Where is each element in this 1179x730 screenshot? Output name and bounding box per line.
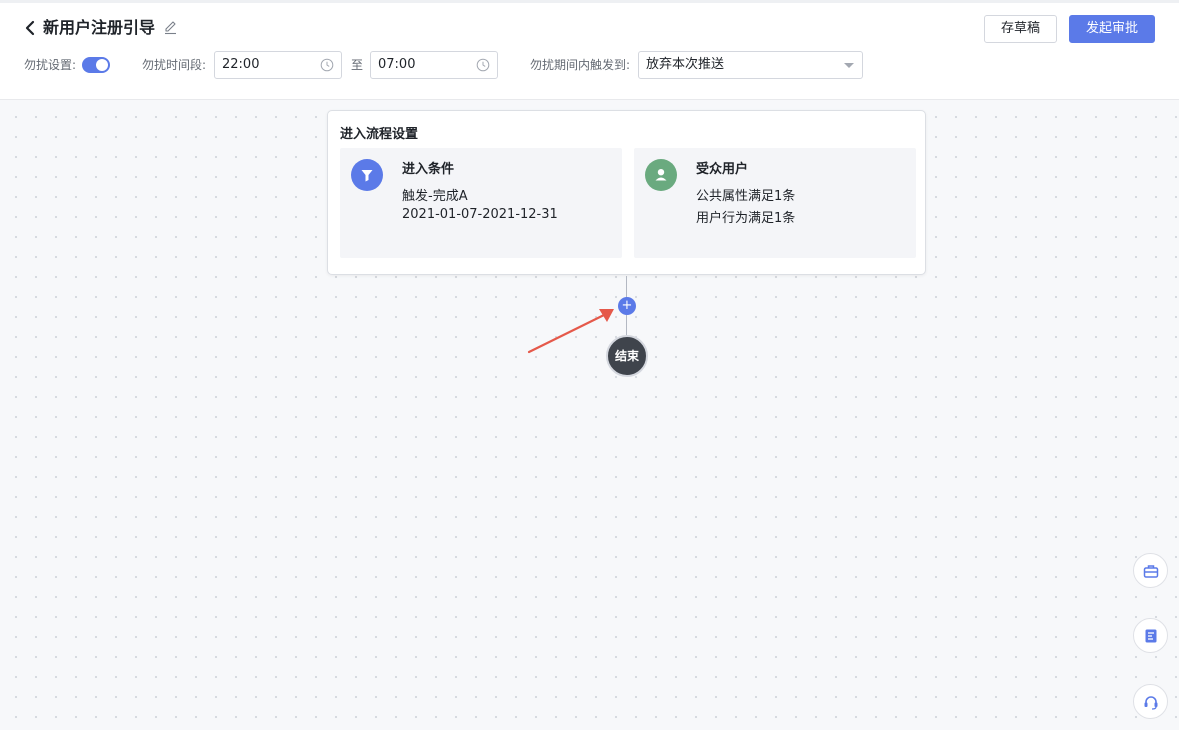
entry-trigger-text: 触发-完成A [402, 189, 468, 204]
dnd-toggle[interactable] [82, 57, 110, 73]
flow-card-title: 进入流程设置 [340, 127, 419, 142]
document-icon [1145, 629, 1157, 643]
document-button[interactable] [1133, 618, 1168, 653]
entry-flow-card: 进入流程设置 进入条件 触发-完成A 2021-01-07-2021-12-31… [327, 110, 926, 275]
dnd-label: 勿扰设置: [24, 58, 77, 72]
headset-icon [1144, 696, 1158, 710]
dnd-trigger-label: 勿扰期间内触发到: [530, 58, 631, 72]
annotation-arrow [527, 309, 614, 354]
page-title: 新用户注册引导 [43, 18, 156, 37]
entry-condition-panel[interactable]: 进入条件 触发-完成A 2021-01-07-2021-12-31 [340, 148, 622, 258]
audience-title: 受众用户 [696, 162, 749, 177]
flow-connector [626, 315, 627, 337]
edit-icon[interactable] [163, 20, 178, 35]
save-draft-button[interactable]: 存草稿 [984, 15, 1057, 43]
clock-icon [320, 58, 334, 72]
to-label: 至 [351, 58, 364, 72]
dnd-trigger-select[interactable]: 放弃本次推送 [638, 51, 863, 79]
entry-condition-title: 进入条件 [402, 162, 455, 177]
clock-icon [476, 58, 490, 72]
audience-property-text: 公共属性满足1条 [696, 189, 796, 204]
toolbox-button[interactable] [1133, 553, 1168, 588]
end-time-input[interactable]: 07:00 [370, 51, 498, 79]
support-button[interactable] [1133, 684, 1168, 719]
audience-panel[interactable]: 受众用户 公共属性满足1条 用户行为满足1条 [634, 148, 916, 258]
flow-connector [626, 276, 627, 298]
chevron-down-icon [844, 63, 854, 68]
start-time-input[interactable]: 22:00 [214, 51, 342, 79]
filter-icon [351, 159, 383, 191]
end-time-value: 07:00 [378, 57, 416, 72]
submit-approval-button[interactable]: 发起审批 [1069, 15, 1155, 43]
top-strip [0, 0, 1179, 3]
start-time-value: 22:00 [222, 57, 260, 72]
back-icon[interactable] [24, 19, 40, 37]
entry-date-range: 2021-01-07-2021-12-31 [402, 207, 558, 222]
audience-behavior-text: 用户行为满足1条 [696, 211, 796, 226]
toolbox-icon [1143, 565, 1159, 578]
add-node-button[interactable]: + [618, 297, 636, 315]
top-bar: 新用户注册引导 存草稿 发起审批 勿扰设置: 勿扰时间段: 22:00 至 07… [0, 0, 1179, 100]
toggle-knob [96, 59, 108, 71]
user-icon [645, 159, 677, 191]
dnd-trigger-value: 放弃本次推送 [646, 57, 725, 72]
dnd-period-label: 勿扰时间段: [142, 58, 207, 72]
